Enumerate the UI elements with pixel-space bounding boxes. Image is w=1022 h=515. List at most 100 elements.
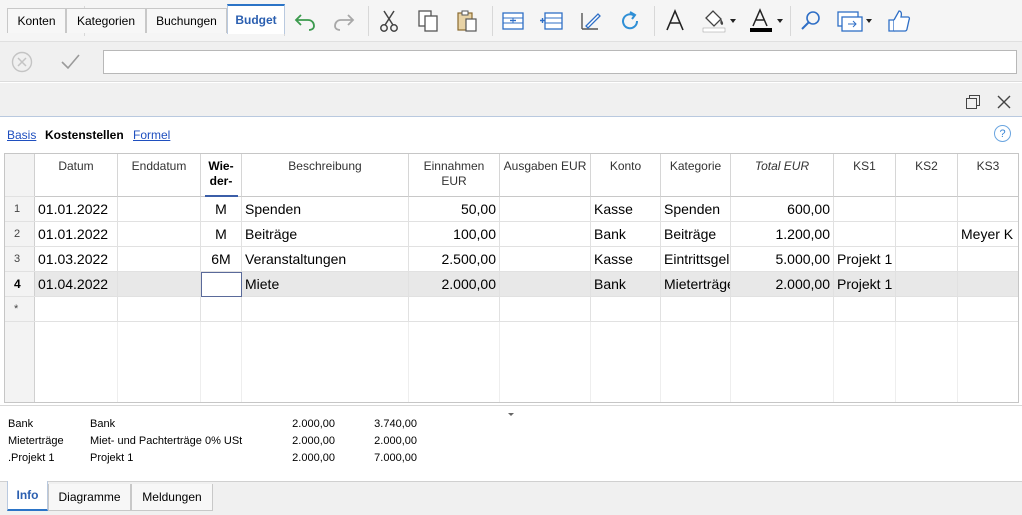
cell-ks2[interactable] (896, 197, 958, 222)
cell-kategorie[interactable] (661, 297, 731, 322)
tab-budget[interactable]: Budget (227, 4, 285, 34)
column-header-datum[interactable]: Datum (35, 154, 118, 197)
cell-konto[interactable]: Kasse (591, 197, 661, 222)
cell-ausgaben[interactable] (500, 197, 591, 222)
cell-enddatum[interactable] (118, 247, 201, 272)
cell-datum[interactable] (35, 297, 118, 322)
tab-buchungen[interactable]: Buchungen (146, 8, 227, 33)
paste-icon[interactable] (452, 6, 482, 36)
column-header-wiederholen[interactable]: Wie-der- (201, 154, 242, 197)
cell-wiederholen[interactable]: M (201, 197, 242, 222)
redo-icon[interactable] (329, 6, 359, 36)
help-icon[interactable]: ? (994, 125, 1011, 142)
thumbs-up-icon[interactable] (884, 6, 914, 36)
row-number[interactable]: 2 (5, 222, 35, 247)
column-header-beschreibung[interactable]: Beschreibung (242, 154, 409, 197)
cell-wiederholen[interactable]: 6M (201, 247, 242, 272)
undo-icon[interactable] (290, 6, 320, 36)
cell-datum[interactable]: 01.04.2022 (35, 272, 118, 297)
cell-datum[interactable]: 01.03.2022 (35, 247, 118, 272)
column-header-einnahmen[interactable]: Einnahmen EUR (409, 154, 500, 197)
cut-icon[interactable] (374, 6, 404, 36)
cell-ks1[interactable]: Projekt 1 (834, 247, 896, 272)
cell-ks3[interactable] (958, 272, 1018, 297)
column-header-konto[interactable]: Konto (591, 154, 661, 197)
cell-ks1[interactable] (834, 197, 896, 222)
restore-window-icon[interactable] (964, 93, 982, 111)
cell-ks1[interactable] (834, 297, 896, 322)
splitter-handle[interactable] (508, 406, 514, 416)
cell-kategorie[interactable]: Spenden (661, 197, 731, 222)
insert-row-icon[interactable] (498, 6, 528, 36)
column-header-enddatum[interactable]: Enddatum (118, 154, 201, 197)
cell-beschreibung[interactable]: Beiträge (242, 222, 409, 247)
text-color-icon[interactable] (746, 6, 788, 36)
tab-kategorien[interactable]: Kategorien (66, 8, 146, 33)
cell-ks3[interactable] (958, 297, 1018, 322)
font-icon[interactable] (660, 6, 690, 36)
cell-beschreibung[interactable]: Spenden (242, 197, 409, 222)
cell-konto[interactable] (591, 297, 661, 322)
cell-kategorie[interactable]: Mieterträge (661, 272, 731, 297)
cell-einnahmen[interactable]: 50,00 (409, 197, 500, 222)
cell-ks1[interactable]: Projekt 1 (834, 272, 896, 297)
formula-input[interactable] (103, 50, 1017, 74)
cell-enddatum[interactable] (118, 272, 201, 297)
copy-icon[interactable] (413, 6, 443, 36)
column-header-ks3[interactable]: KS3 (958, 154, 1018, 197)
cell-konto[interactable]: Kasse (591, 247, 661, 272)
search-icon[interactable] (796, 6, 826, 36)
cell-ks2[interactable] (896, 272, 958, 297)
cell-ks3[interactable]: Meyer K (958, 222, 1018, 247)
cell-total[interactable]: 1.200,00 (731, 222, 834, 247)
tab-info[interactable]: Info (7, 481, 48, 511)
cell-total[interactable]: 600,00 (731, 197, 834, 222)
column-header-ks2[interactable]: KS2 (896, 154, 958, 197)
cell-ausgaben[interactable] (500, 222, 591, 247)
cell-einnahmen[interactable]: 100,00 (409, 222, 500, 247)
column-header-total[interactable]: Total EUR (731, 154, 834, 197)
cell-konto[interactable]: Bank (591, 272, 661, 297)
corner-cell[interactable] (5, 154, 35, 197)
cell-ausgaben[interactable] (500, 297, 591, 322)
cell-einnahmen[interactable] (409, 297, 500, 322)
view-formel-link[interactable]: Formel (133, 128, 170, 142)
cell-ks2[interactable] (896, 247, 958, 272)
cell-beschreibung[interactable]: Miete (242, 272, 409, 297)
cell-total[interactable]: 5.000,00 (731, 247, 834, 272)
cell-wiederholen[interactable]: M (201, 222, 242, 247)
cell-ks2[interactable] (896, 222, 958, 247)
cell-beschreibung[interactable] (242, 297, 409, 322)
cell-enddatum[interactable] (118, 197, 201, 222)
column-header-ks1[interactable]: KS1 (834, 154, 896, 197)
cancel-icon[interactable] (8, 48, 36, 76)
tab-konten[interactable]: Konten (7, 8, 66, 33)
view-kostenstellen[interactable]: Kostenstellen (45, 128, 124, 142)
fill-color-icon[interactable] (699, 6, 741, 36)
add-rows-icon[interactable] (537, 6, 567, 36)
cell-datum[interactable]: 01.01.2022 (35, 222, 118, 247)
cell-ks1[interactable] (834, 222, 896, 247)
cell-einnahmen[interactable]: 2.500,00 (409, 247, 500, 272)
active-cell-cursor[interactable] (201, 272, 242, 297)
cell-einnahmen[interactable]: 2.000,00 (409, 272, 500, 297)
refresh-icon[interactable] (615, 6, 645, 36)
cell-ks3[interactable] (958, 197, 1018, 222)
view-basis-link[interactable]: Basis (7, 128, 36, 142)
row-number[interactable]: 1 (5, 197, 35, 222)
cell-ks2[interactable] (896, 297, 958, 322)
cell-enddatum[interactable] (118, 222, 201, 247)
column-header-kategorie[interactable]: Kategorie (661, 154, 731, 197)
cell-kategorie[interactable]: Beiträge (661, 222, 731, 247)
cell-ks3[interactable] (958, 247, 1018, 272)
tab-diagramme[interactable]: Diagramme (48, 484, 131, 511)
cell-datum[interactable]: 01.01.2022 (35, 197, 118, 222)
row-number[interactable]: * (5, 297, 35, 322)
windows-icon[interactable] (835, 6, 877, 36)
edit-icon[interactable] (576, 6, 606, 36)
close-icon[interactable] (995, 93, 1013, 111)
cell-enddatum[interactable] (118, 297, 201, 322)
tab-meldungen[interactable]: Meldungen (131, 484, 213, 511)
cell-kategorie[interactable]: Eintrittsgeld (661, 247, 731, 272)
cell-total[interactable] (731, 297, 834, 322)
